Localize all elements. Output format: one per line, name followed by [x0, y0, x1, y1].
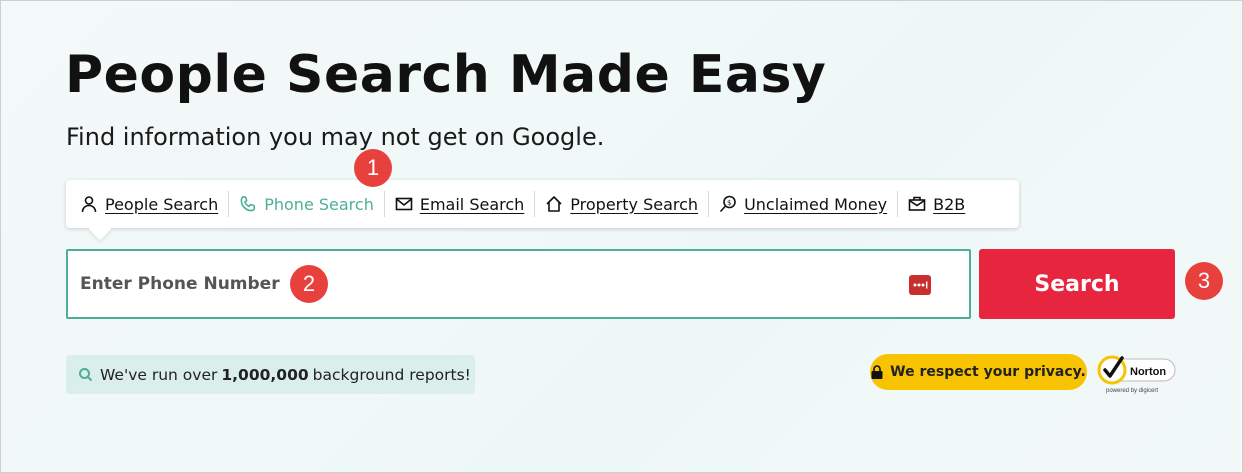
tab-unclaimed-money[interactable]: $ Unclaimed Money: [719, 195, 887, 214]
phone-icon: [240, 196, 256, 212]
person-icon: [81, 196, 97, 213]
magnifier-dollar-icon: $: [719, 195, 736, 213]
stats-banner: We've run over 1,000,000 background repo…: [66, 355, 475, 394]
tab-property-search[interactable]: Property Search: [545, 195, 698, 214]
briefcase-mail-icon: [908, 196, 926, 211]
tab-label: Phone Search: [264, 194, 374, 214]
tab-label: Unclaimed Money: [744, 194, 888, 214]
page-title: People Search Made Easy: [65, 45, 827, 105]
norton-seal: Norton powered by digicert: [1097, 355, 1176, 394]
tab-b2b[interactable]: B2B: [908, 195, 965, 214]
tab-label: Property Search: [570, 194, 699, 214]
house-icon: [546, 196, 562, 212]
tab-email-search[interactable]: Email Search: [395, 195, 524, 214]
lock-icon: [871, 365, 883, 379]
norton-brand: Norton: [1130, 366, 1166, 378]
norton-sub: powered by digicert: [1106, 388, 1158, 394]
search-type-tabs: People Search Phone Search Email Search …: [66, 180, 1019, 228]
phone-number-input[interactable]: [68, 251, 888, 317]
stats-prefix: We've run over: [100, 365, 218, 384]
tab-divider: [228, 191, 230, 217]
page-subtitle: Find information you may not get on Goog…: [66, 123, 605, 151]
tab-divider: [708, 191, 710, 217]
phone-search-field: [66, 249, 971, 319]
tab-label: B2B: [933, 194, 966, 214]
privacy-badge: We respect your privacy.: [870, 354, 1087, 390]
svg-text:$: $: [727, 199, 731, 207]
stats-suffix: background reports!: [312, 365, 471, 384]
tab-divider: [897, 191, 899, 217]
tab-label: Email Search: [419, 194, 525, 214]
annotation-badge-3: 3: [1185, 262, 1223, 300]
annotation-badge-1: 1: [354, 149, 392, 187]
tab-divider: [534, 191, 536, 217]
privacy-label: We respect your privacy.: [890, 364, 1086, 380]
stats-count: 1,000,000: [221, 365, 309, 384]
annotation-badge-2: 2: [290, 265, 328, 303]
envelope-icon: [395, 197, 413, 211]
tab-divider: [383, 191, 385, 217]
search-button[interactable]: Search: [979, 249, 1175, 319]
password-manager-icon[interactable]: [909, 275, 931, 295]
search-icon: [79, 368, 93, 382]
tab-label: People Search: [105, 194, 219, 214]
tab-people-search[interactable]: People Search: [80, 195, 218, 214]
tab-phone-search[interactable]: Phone Search: [239, 195, 374, 214]
